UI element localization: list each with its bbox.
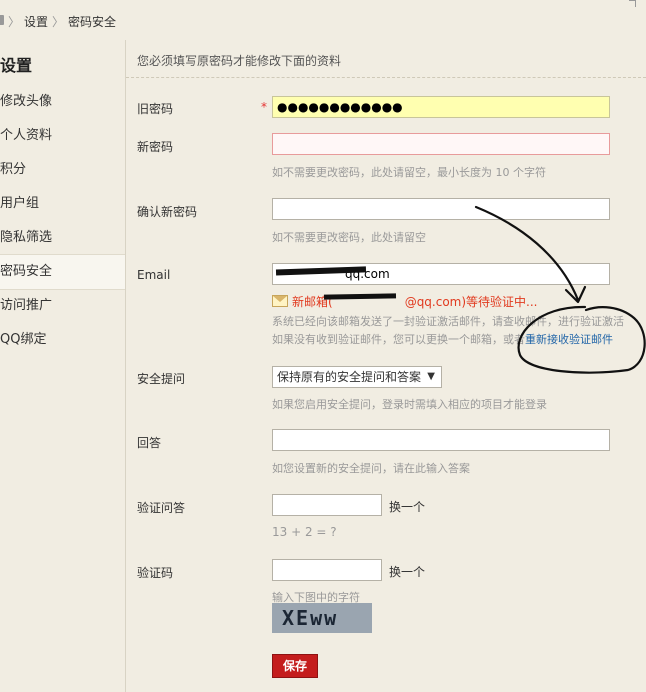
sidebar-title: 设置: [0, 56, 33, 75]
captcha-input[interactable]: [272, 559, 382, 581]
settings-sidebar: 设置 修改头像 个人资料 积分 用户组 隐私筛选 密码安全 访问推广 QQ绑定: [0, 40, 126, 692]
change-captcha-button[interactable]: 换一个: [389, 563, 425, 580]
sidebar-item-profile[interactable]: 个人资料: [0, 119, 125, 153]
captcha-image[interactable]: XEww: [272, 603, 372, 633]
sidebar-item-qq-bind[interactable]: QQ绑定: [0, 323, 125, 357]
sidebar-item-password-security[interactable]: 密码安全: [0, 254, 125, 290]
divider: [126, 77, 646, 78]
change-question-button[interactable]: 换一个: [389, 498, 425, 515]
form-notice: 您必须填写原密码才能修改下面的资料: [137, 54, 342, 68]
new-password-label: 新密码: [137, 140, 174, 154]
home-icon[interactable]: [0, 15, 4, 25]
sidebar-item-privacy[interactable]: 隐私筛选: [0, 221, 125, 255]
verify-question-input[interactable]: [272, 494, 382, 516]
email-info-line1: 系统已经向该邮箱发送了一封验证激活邮件，请查收邮件，进行验证激活: [272, 315, 624, 328]
captcha-label: 验证码: [137, 566, 174, 580]
confirm-password-input[interactable]: [272, 198, 610, 220]
corner-mark: [629, 0, 636, 7]
answer-label: 回答: [137, 436, 162, 450]
email-input[interactable]: [272, 263, 610, 285]
email-info-line2: 如果没有收到验证邮件，您可以更换一个邮箱，或者重新接收验证邮件: [272, 333, 613, 346]
sidebar-item-promotion[interactable]: 访问推广: [0, 289, 125, 323]
old-password-label: 旧密码: [137, 102, 174, 116]
security-question-select[interactable]: 保持原有的安全提问和答案 ▼: [272, 366, 442, 388]
security-question-label: 安全提问: [137, 372, 186, 386]
confirm-password-label: 确认新密码: [137, 205, 198, 219]
captcha-image-text: XEww: [282, 606, 339, 630]
verify-question-label: 验证问答: [137, 501, 186, 515]
sidebar-item-credits[interactable]: 积分: [0, 153, 125, 187]
required-mark: *: [261, 100, 267, 114]
dropdown-arrow-icon: ▼: [427, 371, 435, 382]
email-pending-warning: 新邮箱(@qq.com)等待验证中...: [272, 293, 538, 310]
verify-question-text: 13 + 2 = ?: [272, 525, 337, 539]
sidebar-item-usergroup[interactable]: 用户组: [0, 187, 125, 221]
security-question-hint: 如果您启用安全提问，登录时需填入相应的项目才能登录: [272, 398, 547, 411]
new-password-hint: 如不需要更改密码，此处请留空，最小长度为 10 个字符: [272, 166, 546, 179]
breadcrumb-password-security: 密码安全: [68, 15, 117, 29]
breadcrumb-settings[interactable]: 设置: [24, 13, 48, 30]
resend-verification-link[interactable]: 重新接收验证邮件: [525, 333, 613, 346]
password-form: 您必须填写原密码才能修改下面的资料 旧密码 * 新密码 如不需要更改密码，此处请…: [126, 40, 646, 692]
new-password-input[interactable]: [272, 133, 610, 155]
save-button[interactable]: 保存: [272, 654, 318, 678]
breadcrumb-separator: 〉: [52, 15, 65, 29]
breadcrumb: 〉 设置 〉 密码安全: [0, 0, 646, 40]
old-password-input[interactable]: [272, 96, 610, 118]
confirm-password-hint: 如不需要更改密码，此处请留空: [272, 231, 426, 244]
email-label: Email: [137, 268, 171, 282]
answer-hint: 如您设置新的安全提问，请在此输入答案: [272, 462, 470, 475]
breadcrumb-separator: 〉: [8, 15, 21, 29]
answer-input[interactable]: [272, 429, 610, 451]
mail-icon: [272, 295, 288, 307]
sidebar-item-avatar[interactable]: 修改头像: [0, 85, 125, 119]
